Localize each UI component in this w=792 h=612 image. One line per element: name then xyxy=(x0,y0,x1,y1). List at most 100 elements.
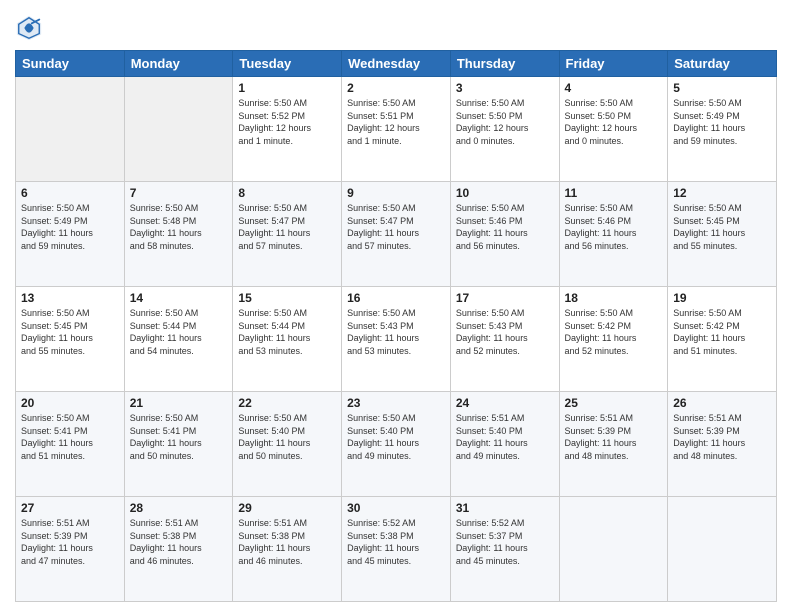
day-number: 30 xyxy=(347,501,445,515)
calendar-cell: 3 Sunrise: 5:50 AM Sunset: 5:50 PM Daylig… xyxy=(450,77,559,182)
day-info: Sunrise: 5:50 AM Sunset: 5:41 PM Dayligh… xyxy=(130,412,228,462)
day-info: Sunrise: 5:50 AM Sunset: 5:48 PM Dayligh… xyxy=(130,202,228,252)
weekday-friday: Friday xyxy=(559,51,668,77)
calendar-cell xyxy=(124,77,233,182)
calendar-cell: 13 Sunrise: 5:50 AM Sunset: 5:45 PM Dayli… xyxy=(16,287,125,392)
calendar-cell xyxy=(668,497,777,602)
day-info: Sunrise: 5:50 AM Sunset: 5:49 PM Dayligh… xyxy=(673,97,771,147)
calendar-cell: 24 Sunrise: 5:51 AM Sunset: 5:40 PM Dayli… xyxy=(450,392,559,497)
day-info: Sunrise: 5:51 AM Sunset: 5:39 PM Dayligh… xyxy=(21,517,119,567)
day-info: Sunrise: 5:50 AM Sunset: 5:50 PM Dayligh… xyxy=(456,97,554,147)
day-info: Sunrise: 5:50 AM Sunset: 5:45 PM Dayligh… xyxy=(21,307,119,357)
day-info: Sunrise: 5:50 AM Sunset: 5:44 PM Dayligh… xyxy=(238,307,336,357)
calendar-table: SundayMondayTuesdayWednesdayThursdayFrid… xyxy=(15,50,777,602)
calendar-cell: 7 Sunrise: 5:50 AM Sunset: 5:48 PM Daylig… xyxy=(124,182,233,287)
day-number: 15 xyxy=(238,291,336,305)
day-info: Sunrise: 5:50 AM Sunset: 5:41 PM Dayligh… xyxy=(21,412,119,462)
day-info: Sunrise: 5:50 AM Sunset: 5:51 PM Dayligh… xyxy=(347,97,445,147)
day-number: 22 xyxy=(238,396,336,410)
day-number: 6 xyxy=(21,186,119,200)
day-info: Sunrise: 5:50 AM Sunset: 5:46 PM Dayligh… xyxy=(565,202,663,252)
day-number: 5 xyxy=(673,81,771,95)
calendar-cell: 21 Sunrise: 5:50 AM Sunset: 5:41 PM Dayli… xyxy=(124,392,233,497)
calendar-cell: 25Sunrise: 5:51 AM Sunset: 5:39 PM Dayli… xyxy=(559,392,668,497)
calendar-cell: 14 Sunrise: 5:50 AM Sunset: 5:44 PM Dayli… xyxy=(124,287,233,392)
calendar-cell: 18Sunrise: 5:50 AM Sunset: 5:42 PM Dayli… xyxy=(559,287,668,392)
day-number: 26 xyxy=(673,396,771,410)
calendar-cell: 22 Sunrise: 5:50 AM Sunset: 5:40 PM Dayli… xyxy=(233,392,342,497)
day-number: 16 xyxy=(347,291,445,305)
logo xyxy=(15,14,45,42)
calendar-week-5: 27 Sunrise: 5:51 AM Sunset: 5:39 PM Dayli… xyxy=(16,497,777,602)
calendar-cell: 5 Sunrise: 5:50 AM Sunset: 5:49 PM Daylig… xyxy=(668,77,777,182)
weekday-monday: Monday xyxy=(124,51,233,77)
day-number: 8 xyxy=(238,186,336,200)
weekday-wednesday: Wednesday xyxy=(342,51,451,77)
day-info: Sunrise: 5:50 AM Sunset: 5:43 PM Dayligh… xyxy=(347,307,445,357)
logo-icon xyxy=(15,14,43,42)
day-info: Sunrise: 5:50 AM Sunset: 5:44 PM Dayligh… xyxy=(130,307,228,357)
weekday-tuesday: Tuesday xyxy=(233,51,342,77)
calendar-cell: 19Sunrise: 5:50 AM Sunset: 5:42 PM Dayli… xyxy=(668,287,777,392)
day-number: 27 xyxy=(21,501,119,515)
day-info: Sunrise: 5:50 AM Sunset: 5:45 PM Dayligh… xyxy=(673,202,771,252)
calendar-cell: 1 Sunrise: 5:50 AM Sunset: 5:52 PM Daylig… xyxy=(233,77,342,182)
calendar-week-3: 13 Sunrise: 5:50 AM Sunset: 5:45 PM Dayli… xyxy=(16,287,777,392)
calendar-cell: 20 Sunrise: 5:50 AM Sunset: 5:41 PM Dayli… xyxy=(16,392,125,497)
day-info: Sunrise: 5:50 AM Sunset: 5:43 PM Dayligh… xyxy=(456,307,554,357)
day-info: Sunrise: 5:50 AM Sunset: 5:50 PM Dayligh… xyxy=(565,97,663,147)
calendar-cell: 11Sunrise: 5:50 AM Sunset: 5:46 PM Dayli… xyxy=(559,182,668,287)
day-number: 21 xyxy=(130,396,228,410)
day-number: 31 xyxy=(456,501,554,515)
day-number: 24 xyxy=(456,396,554,410)
day-number: 13 xyxy=(21,291,119,305)
day-info: Sunrise: 5:50 AM Sunset: 5:42 PM Dayligh… xyxy=(565,307,663,357)
calendar-cell: 9Sunrise: 5:50 AM Sunset: 5:47 PM Daylig… xyxy=(342,182,451,287)
calendar-cell: 15 Sunrise: 5:50 AM Sunset: 5:44 PM Dayli… xyxy=(233,287,342,392)
day-number: 23 xyxy=(347,396,445,410)
day-number: 1 xyxy=(238,81,336,95)
calendar-week-1: 1 Sunrise: 5:50 AM Sunset: 5:52 PM Daylig… xyxy=(16,77,777,182)
day-info: Sunrise: 5:50 AM Sunset: 5:47 PM Dayligh… xyxy=(347,202,445,252)
calendar-cell: 4 Sunrise: 5:50 AM Sunset: 5:50 PM Daylig… xyxy=(559,77,668,182)
weekday-thursday: Thursday xyxy=(450,51,559,77)
day-number: 7 xyxy=(130,186,228,200)
calendar-cell: 10 Sunrise: 5:50 AM Sunset: 5:46 PM Dayli… xyxy=(450,182,559,287)
calendar-cell: 17Sunrise: 5:50 AM Sunset: 5:43 PM Dayli… xyxy=(450,287,559,392)
day-info: Sunrise: 5:52 AM Sunset: 5:38 PM Dayligh… xyxy=(347,517,445,567)
calendar-cell xyxy=(559,497,668,602)
day-number: 19 xyxy=(673,291,771,305)
page: SundayMondayTuesdayWednesdayThursdayFrid… xyxy=(0,0,792,612)
calendar-cell: 31 Sunrise: 5:52 AM Sunset: 5:37 PM Dayli… xyxy=(450,497,559,602)
weekday-saturday: Saturday xyxy=(668,51,777,77)
calendar-cell: 8 Sunrise: 5:50 AM Sunset: 5:47 PM Daylig… xyxy=(233,182,342,287)
day-info: Sunrise: 5:50 AM Sunset: 5:47 PM Dayligh… xyxy=(238,202,336,252)
calendar-cell: 27 Sunrise: 5:51 AM Sunset: 5:39 PM Dayli… xyxy=(16,497,125,602)
day-info: Sunrise: 5:51 AM Sunset: 5:38 PM Dayligh… xyxy=(238,517,336,567)
calendar-week-2: 6Sunrise: 5:50 AM Sunset: 5:49 PM Daylig… xyxy=(16,182,777,287)
day-number: 25 xyxy=(565,396,663,410)
day-number: 4 xyxy=(565,81,663,95)
day-number: 10 xyxy=(456,186,554,200)
calendar-cell: 30 Sunrise: 5:52 AM Sunset: 5:38 PM Dayli… xyxy=(342,497,451,602)
header xyxy=(15,10,777,42)
day-info: Sunrise: 5:50 AM Sunset: 5:40 PM Dayligh… xyxy=(347,412,445,462)
day-number: 20 xyxy=(21,396,119,410)
day-number: 29 xyxy=(238,501,336,515)
day-info: Sunrise: 5:51 AM Sunset: 5:39 PM Dayligh… xyxy=(673,412,771,462)
calendar-cell: 29 Sunrise: 5:51 AM Sunset: 5:38 PM Dayli… xyxy=(233,497,342,602)
weekday-sunday: Sunday xyxy=(16,51,125,77)
day-info: Sunrise: 5:51 AM Sunset: 5:40 PM Dayligh… xyxy=(456,412,554,462)
day-info: Sunrise: 5:52 AM Sunset: 5:37 PM Dayligh… xyxy=(456,517,554,567)
day-info: Sunrise: 5:50 AM Sunset: 5:40 PM Dayligh… xyxy=(238,412,336,462)
day-number: 14 xyxy=(130,291,228,305)
day-number: 2 xyxy=(347,81,445,95)
day-number: 3 xyxy=(456,81,554,95)
day-number: 12 xyxy=(673,186,771,200)
day-info: Sunrise: 5:50 AM Sunset: 5:46 PM Dayligh… xyxy=(456,202,554,252)
calendar-cell: 12 Sunrise: 5:50 AM Sunset: 5:45 PM Dayli… xyxy=(668,182,777,287)
calendar-cell: 16 Sunrise: 5:50 AM Sunset: 5:43 PM Dayli… xyxy=(342,287,451,392)
day-info: Sunrise: 5:50 AM Sunset: 5:52 PM Dayligh… xyxy=(238,97,336,147)
weekday-header-row: SundayMondayTuesdayWednesdayThursdayFrid… xyxy=(16,51,777,77)
calendar-cell: 28Sunrise: 5:51 AM Sunset: 5:38 PM Dayli… xyxy=(124,497,233,602)
